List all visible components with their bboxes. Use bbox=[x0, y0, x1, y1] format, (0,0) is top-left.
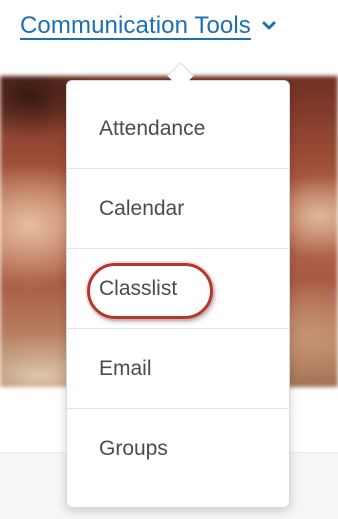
menu-item-label: Calendar bbox=[99, 196, 185, 220]
menu-list: Attendance Calendar Classlist Email Grou… bbox=[67, 81, 289, 489]
menu-item-email[interactable]: Email bbox=[67, 329, 289, 409]
menu-item-classlist[interactable]: Classlist bbox=[67, 249, 289, 329]
menu-item-attendance[interactable]: Attendance bbox=[67, 89, 289, 169]
menu-item-groups[interactable]: Groups bbox=[67, 409, 289, 489]
menu-item-label: Groups bbox=[99, 437, 168, 460]
communication-tools-dropdown-trigger[interactable]: Communication Tools bbox=[20, 6, 277, 46]
menu-item-label: Classlist bbox=[99, 276, 178, 300]
menu-item-calendar[interactable]: Calendar bbox=[67, 169, 289, 249]
menu-item-label: Attendance bbox=[99, 116, 206, 140]
communication-tools-label[interactable]: Communication Tools bbox=[20, 12, 251, 40]
menu-caret-joint bbox=[164, 81, 198, 93]
page: Communication Tools Attendance Calendar … bbox=[0, 0, 338, 519]
communication-tools-menu: Attendance Calendar Classlist Email Grou… bbox=[66, 80, 290, 508]
menu-item-label: Email bbox=[99, 356, 152, 380]
chevron-down-icon[interactable] bbox=[261, 20, 277, 32]
